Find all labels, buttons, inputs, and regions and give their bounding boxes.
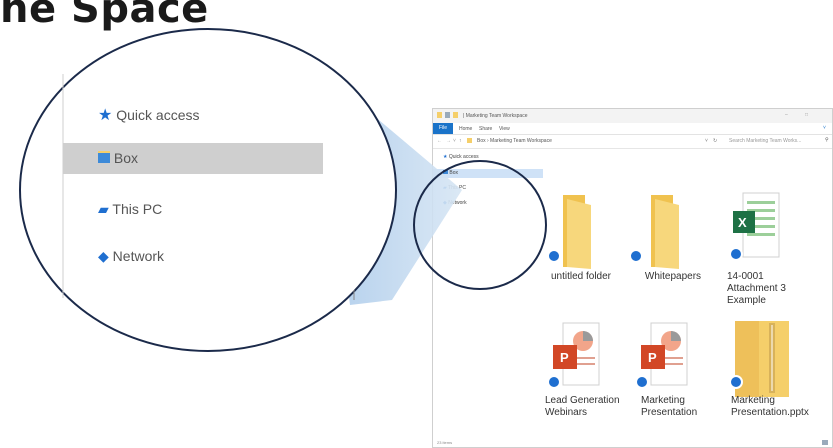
zoom-callout (19, 28, 547, 352)
zoom-label: Network (112, 248, 165, 264)
zoom-label: This PC (112, 201, 163, 217)
zoom-sidebar-item-this-pc: ▰ This PC (98, 201, 162, 218)
pc-icon: ▰ (98, 201, 109, 217)
zoom-sidebar-item-network: ◆ Network (98, 248, 164, 265)
zoom-sidebar-item-box: Box (98, 150, 138, 166)
zoom-label: Quick access (116, 107, 200, 123)
star-icon: ★ (98, 107, 113, 124)
zoom-label: Box (113, 150, 139, 166)
box-folder-icon (98, 151, 110, 163)
network-icon: ◆ (98, 248, 109, 264)
zoom-sidebar-item-quick-access: ★ Quick access (98, 105, 199, 125)
